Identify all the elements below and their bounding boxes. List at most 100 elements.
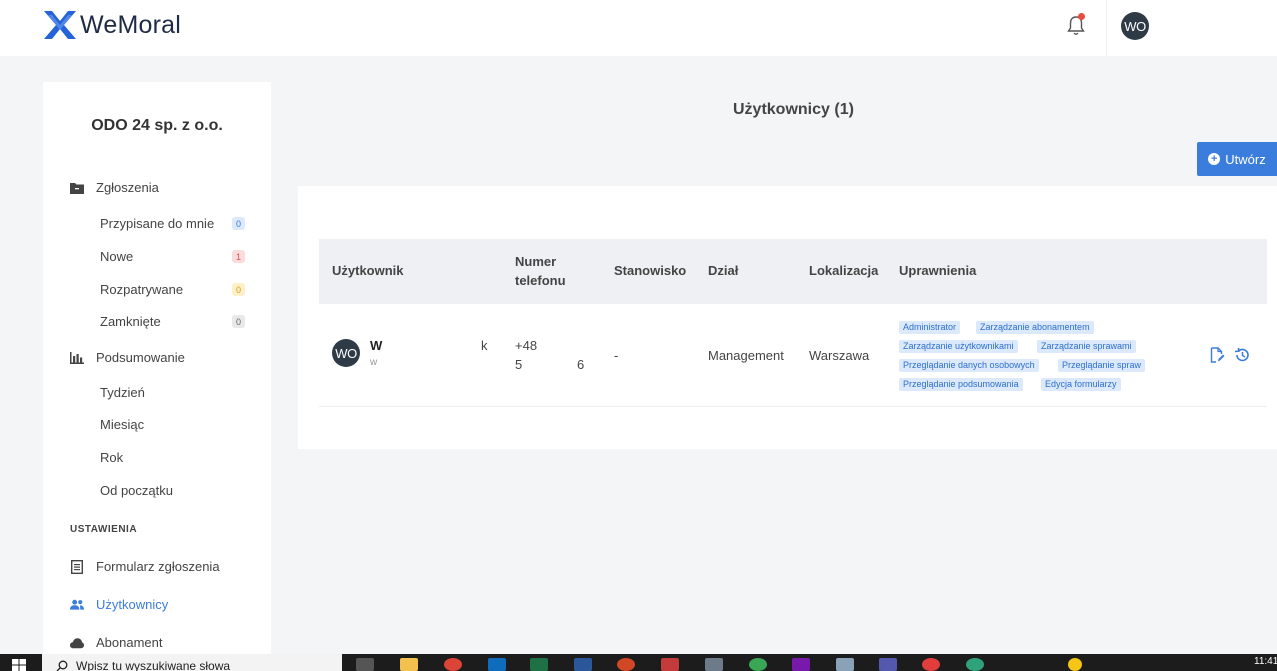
phone-line2-end: 6 [577, 357, 585, 372]
sidebar-item-users[interactable]: Użytkownicy [70, 597, 168, 612]
user-name-start: W [370, 338, 383, 353]
taskbar-clock[interactable]: 11:41 [1254, 656, 1277, 667]
company-name: ODO 24 sp. z o.o. [91, 117, 223, 134]
count-badge: 0 [232, 283, 245, 296]
sidebar-group-label: Podsumowanie [96, 350, 185, 365]
app-green-icon[interactable] [966, 658, 984, 671]
sidebar-item-label: Od początku [100, 483, 173, 498]
sidebar-group-summary[interactable]: Podsumowanie [70, 350, 185, 365]
task-view-icon[interactable] [356, 658, 374, 671]
teams-icon[interactable] [879, 658, 897, 671]
plus-circle-icon: + [1208, 153, 1221, 165]
column-header-position[interactable]: Stanowisko [614, 263, 686, 278]
phone-line2-start: 5 [515, 357, 523, 372]
sidebar-item-label: Rozpatrywane [100, 282, 184, 297]
settings-section-label: USTAWIENIA [70, 524, 138, 535]
form-icon [70, 559, 84, 574]
sidebar-item-label: Przypisane do mnie [100, 216, 215, 231]
powerpoint-icon[interactable] [617, 658, 635, 671]
sidebar-item-month[interactable]: Miesiąc [100, 417, 245, 432]
column-header-phone-line2[interactable]: telefonu [515, 273, 566, 288]
location-cell: Warszawa [809, 348, 870, 363]
sidebar-group-tickets[interactable]: Zgłoszenia [70, 180, 159, 195]
weather-icon[interactable] [1068, 658, 1082, 671]
outlook-icon[interactable] [488, 658, 506, 671]
permission-tag: Administrator [899, 321, 961, 334]
sidebar-item-year[interactable]: Rok [100, 450, 245, 465]
count-badge: 0 [232, 315, 245, 328]
sidebar-item-label: Zamknięte [100, 314, 161, 329]
folder-icon [70, 181, 84, 195]
sidebar: ODO 24 sp. z o.o. Zgłoszenia Przypisane … [43, 82, 271, 662]
permission-tag: Zarządzanie użytkownikami [899, 340, 1018, 353]
phone-line1: +48 [515, 338, 538, 353]
permission-tag: Przeglądanie spraw [1058, 359, 1146, 372]
topbar-divider [1106, 0, 1107, 56]
calculator-icon[interactable] [705, 658, 723, 671]
sidebar-item-subscription[interactable]: Abonament [70, 635, 163, 650]
onenote-icon[interactable] [792, 658, 810, 671]
users-table-card [298, 186, 1277, 449]
sidebar-item-label: Tydzień [100, 385, 145, 400]
department-cell: Management [708, 348, 784, 363]
sidebar-group-label: Zgłoszenia [96, 180, 159, 195]
column-header-location[interactable]: Lokalizacja [809, 263, 878, 278]
position-cell: - [614, 348, 619, 363]
cloud-icon [70, 636, 84, 650]
sidebar-item-new[interactable]: Nowe 1 [100, 249, 245, 264]
page-title: Użytkownicy (1) [733, 101, 854, 118]
column-header-department[interactable]: Dział [708, 263, 738, 278]
windows-taskbar: Wpisz tu wyszukiwane słowa 11:41 [0, 654, 1277, 671]
excel-icon[interactable] [530, 658, 548, 671]
sidebar-item-in-progress[interactable]: Rozpatrywane 0 [100, 282, 245, 297]
app-logo[interactable]: WeMoral [43, 9, 181, 41]
sidebar-item-label: Rok [100, 450, 124, 465]
sidebar-item-label: Użytkownicy [96, 597, 169, 612]
table-header [319, 239, 1267, 304]
bar-chart-icon [70, 351, 84, 365]
history-icon[interactable] [1234, 347, 1250, 363]
file-explorer-icon[interactable] [400, 658, 418, 671]
sidebar-item-week[interactable]: Tydzień [100, 385, 245, 400]
edge-icon[interactable] [749, 658, 767, 671]
permission-tag: Przeglądanie danych osobowych [899, 359, 1039, 372]
top-bar: WeMoral WO [0, 0, 1277, 56]
users-icon [70, 598, 84, 612]
search-icon [56, 660, 68, 671]
taskbar-search-placeholder: Wpisz tu wyszukiwane słowa [76, 659, 231, 671]
app-name: WeMoral [80, 10, 181, 39]
row-divider [319, 406, 1267, 407]
sidebar-item-form[interactable]: Formularz zgłoszenia [70, 559, 220, 574]
taskbar-search[interactable]: Wpisz tu wyszukiwane słowa [42, 654, 342, 671]
notification-dot [1078, 13, 1085, 20]
column-header-user[interactable]: Użytkownik [332, 263, 404, 278]
sidebar-item-label: Nowe [100, 249, 134, 264]
user-avatar: WO [332, 339, 360, 367]
permission-tag: Edycja formularzy [1041, 378, 1121, 391]
acrobat-icon[interactable] [661, 658, 679, 671]
edit-document-icon[interactable] [1209, 347, 1225, 363]
count-badge: 0 [232, 217, 245, 230]
sidebar-item-all-time[interactable]: Od początku [100, 483, 245, 498]
user-name-end: k [481, 338, 488, 353]
windows-start-icon[interactable] [12, 659, 26, 671]
app-red-icon[interactable] [922, 658, 940, 671]
chrome-icon[interactable] [444, 658, 462, 671]
permission-tag: Zarządzanie abonamentem [976, 321, 1094, 334]
sidebar-item-assigned[interactable]: Przypisane do mnie 0 [100, 216, 245, 231]
snipping-tool-icon[interactable] [836, 658, 854, 671]
column-header-permissions[interactable]: Uprawnienia [899, 263, 976, 278]
create-button-label: Utwórz [1225, 151, 1266, 167]
sidebar-item-label: Miesiąc [100, 417, 145, 432]
sidebar-item-label: Formularz zgłoszenia [96, 559, 220, 574]
user-avatar[interactable]: WO [1121, 12, 1149, 40]
word-icon[interactable] [574, 658, 592, 671]
column-header-phone-line1[interactable]: Numer [515, 254, 556, 269]
sidebar-item-label: Abonament [96, 635, 163, 650]
wemoral-logo-icon [44, 11, 76, 39]
count-badge: 1 [232, 250, 245, 263]
create-user-button[interactable]: + Utwórz [1197, 142, 1277, 176]
permission-tag: Przeglądanie podsumowania [899, 378, 1023, 391]
sidebar-item-closed[interactable]: Zamknięte 0 [100, 314, 245, 329]
user-email: w [370, 357, 378, 368]
